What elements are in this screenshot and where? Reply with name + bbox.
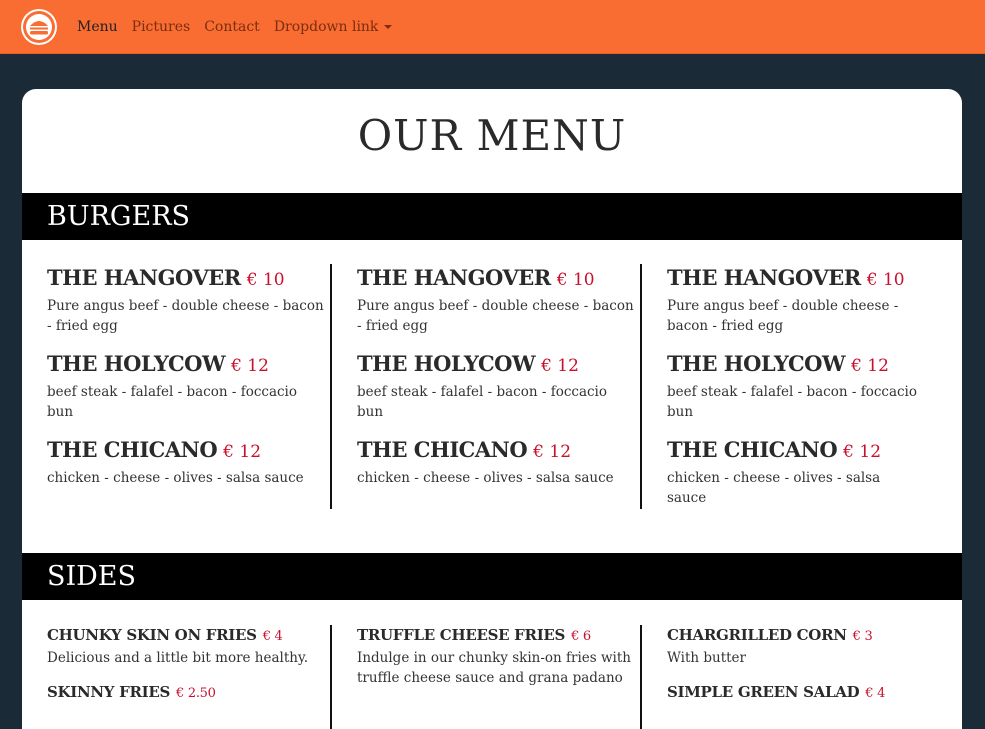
column-divider — [640, 625, 642, 729]
menu-item: THE HANGOVER € 10 Pure angus beef - doubl… — [667, 264, 922, 336]
menu-item: CHARGRILLED CORN € 3 With butter — [667, 625, 922, 668]
item-price: € 12 — [231, 356, 269, 376]
item-description: chicken - cheese - olives - salsa sauce — [47, 470, 304, 486]
item-name: CHARGRILLED CORN — [667, 626, 847, 644]
item-name: TRUFFLE CHEESE FRIES — [357, 626, 566, 644]
item-description: chicken - cheese - olives - salsa sauce — [357, 470, 614, 486]
burger-logo-icon[interactable] — [21, 9, 57, 45]
menu-item: THE CHICANO € 12 chicken - cheese - olive… — [667, 436, 922, 508]
item-description: Pure angus beef - double cheese - bacon … — [667, 298, 899, 334]
item-name: THE HANGOVER — [667, 265, 861, 290]
nav-dropdown-label: Dropdown link — [273, 19, 379, 35]
nav-links: Menu Pictures Contact Dropdown link — [77, 0, 406, 54]
menu-item: TRUFFLE CHEESE FRIES € 6 Indulge in our c… — [357, 625, 635, 688]
menu-item: THE CHICANO € 12 chicken - cheese - olive… — [357, 436, 635, 488]
item-price: € 10 — [246, 270, 285, 290]
burgers-column-2: THE HANGOVER € 10 Pure angus beef - doubl… — [357, 264, 635, 502]
nav-dropdown-link[interactable]: Dropdown link — [274, 19, 393, 35]
burgers-column-1: THE HANGOVER € 10 Pure angus beef - doubl… — [47, 264, 325, 502]
item-name: THE CHICANO — [357, 437, 528, 462]
page-title: OUR MENU — [357, 111, 627, 160]
section-title-sides: SIDES — [47, 561, 137, 592]
menu-item: THE HOLYCOW € 12 beef steak - falafel - b… — [667, 350, 922, 422]
item-name: SKINNY FRIES — [47, 683, 171, 701]
item-price: € 10 — [866, 270, 905, 290]
item-price: € 4 — [262, 629, 283, 644]
nav-contact-link[interactable]: Contact — [204, 19, 260, 35]
item-name: THE HOLYCOW — [667, 351, 846, 376]
item-price: € 12 — [223, 442, 262, 462]
item-description: Delicious and a little bit more healthy. — [47, 650, 309, 666]
burgers-column-3: THE HANGOVER € 10 Pure angus beef - doubl… — [667, 264, 922, 522]
menu-item: THE HOLYCOW € 12 beef steak - falafel - b… — [357, 350, 635, 422]
column-divider — [640, 264, 642, 509]
item-description: chicken - cheese - olives - salsa sauce — [667, 470, 881, 506]
item-description: Indulge in our chunky skin-on fries with… — [357, 650, 631, 686]
section-header-burgers: BURGERS — [22, 193, 962, 240]
item-price: € 2.50 — [176, 686, 216, 701]
item-name: THE HOLYCOW — [357, 351, 536, 376]
item-price: € 12 — [843, 442, 882, 462]
top-navbar: Menu Pictures Contact Dropdown link — [0, 0, 985, 54]
sides-column-2: TRUFFLE CHEESE FRIES € 6 Indulge in our c… — [357, 625, 635, 702]
column-divider — [330, 625, 332, 729]
item-name: THE CHICANO — [667, 437, 838, 462]
item-name: THE HANGOVER — [47, 265, 241, 290]
menu-item: SIMPLE GREEN SALAD € 4 — [667, 682, 922, 704]
item-description: Pure angus beef - double cheese - bacon … — [47, 298, 324, 334]
menu-card: OUR MENU BURGERS THE HANGOVER € 10 Pure a… — [22, 89, 962, 729]
nav-menu-link[interactable]: Menu — [77, 19, 118, 35]
section-header-sides: SIDES — [22, 553, 962, 600]
item-name: CHUNKY SKIN ON FRIES — [47, 626, 257, 644]
item-price: € 4 — [865, 686, 886, 701]
menu-item: THE CHICANO € 12 chicken - cheese - olive… — [47, 436, 325, 488]
item-price: € 6 — [571, 629, 591, 644]
section-title-burgers: BURGERS — [47, 201, 191, 232]
nav-pictures-link[interactable]: Pictures — [132, 19, 191, 35]
item-description: beef steak - falafel - bacon - foccacio … — [357, 384, 608, 420]
item-name: THE HANGOVER — [357, 265, 551, 290]
item-name: THE HOLYCOW — [47, 351, 226, 376]
sides-column-3: CHARGRILLED CORN € 3 With butter SIMPLE G… — [667, 625, 922, 718]
item-description: Pure angus beef - double cheese - bacon … — [357, 298, 634, 334]
item-price: € 12 — [541, 356, 579, 376]
menu-item: SKINNY FRIES € 2.50 — [47, 682, 325, 704]
item-price: € 12 — [851, 356, 889, 376]
menu-item: THE HOLYCOW € 12 beef steak - falafel - b… — [47, 350, 325, 422]
caret-down-icon — [384, 25, 393, 29]
item-name: THE CHICANO — [47, 437, 218, 462]
item-name: SIMPLE GREEN SALAD — [667, 683, 860, 701]
item-description: With butter — [667, 650, 746, 666]
item-price: € 3 — [852, 629, 873, 644]
item-description: beef steak - falafel - bacon - foccacio … — [47, 384, 298, 420]
column-divider — [330, 264, 332, 509]
item-price: € 10 — [556, 270, 595, 290]
item-price: € 12 — [533, 442, 572, 462]
sides-column-1: CHUNKY SKIN ON FRIES € 4 Delicious and a … — [47, 625, 325, 718]
menu-item: THE HANGOVER € 10 Pure angus beef - doubl… — [47, 264, 325, 336]
menu-item: THE HANGOVER € 10 Pure angus beef - doubl… — [357, 264, 635, 336]
menu-item: CHUNKY SKIN ON FRIES € 4 Delicious and a … — [47, 625, 325, 668]
item-description: beef steak - falafel - bacon - foccacio … — [667, 384, 918, 420]
